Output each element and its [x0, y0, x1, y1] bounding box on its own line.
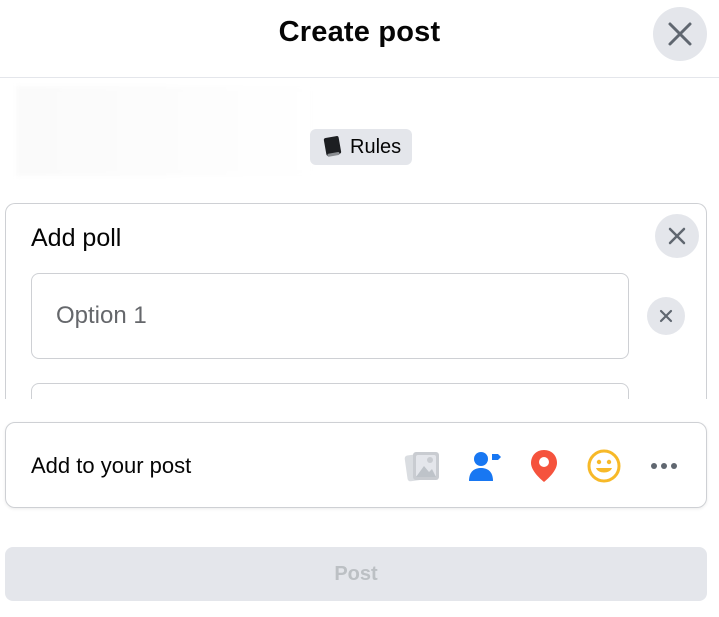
feeling-icon — [587, 449, 621, 483]
more-options-button[interactable] — [646, 450, 682, 482]
tag-people-icon — [469, 452, 501, 481]
dialog-title: Create post — [278, 16, 441, 48]
poll-option-2-input[interactable] — [31, 383, 629, 399]
poll-editor: Add poll — [5, 203, 707, 399]
location-icon — [531, 450, 557, 482]
close-dialog-button[interactable] — [653, 7, 707, 61]
feeling-activity-button[interactable] — [584, 446, 624, 486]
dialog-header: Create post — [0, 0, 719, 78]
tag-people-button[interactable] — [464, 446, 504, 486]
add-to-post-label: Add to your post — [31, 453, 192, 478]
photo-icon — [404, 452, 439, 482]
post-button[interactable]: Post — [5, 547, 707, 601]
close-icon — [659, 309, 673, 323]
more-icon — [651, 463, 677, 469]
close-icon — [668, 227, 686, 245]
add-photo-button[interactable] — [403, 447, 443, 485]
poll-title: Add poll — [31, 224, 122, 252]
rules-button[interactable]: Rules — [310, 129, 412, 165]
close-icon — [668, 22, 692, 46]
check-in-button[interactable] — [524, 446, 564, 486]
add-to-post-bar: Add to your post — [5, 422, 707, 508]
rules-label: Rules — [350, 135, 402, 158]
remove-option-1-button[interactable] — [647, 297, 685, 335]
poll-option-1-input[interactable] — [31, 273, 629, 359]
remove-poll-button[interactable] — [655, 214, 699, 258]
author-info-blurred — [16, 86, 316, 176]
book-icon — [323, 136, 342, 157]
